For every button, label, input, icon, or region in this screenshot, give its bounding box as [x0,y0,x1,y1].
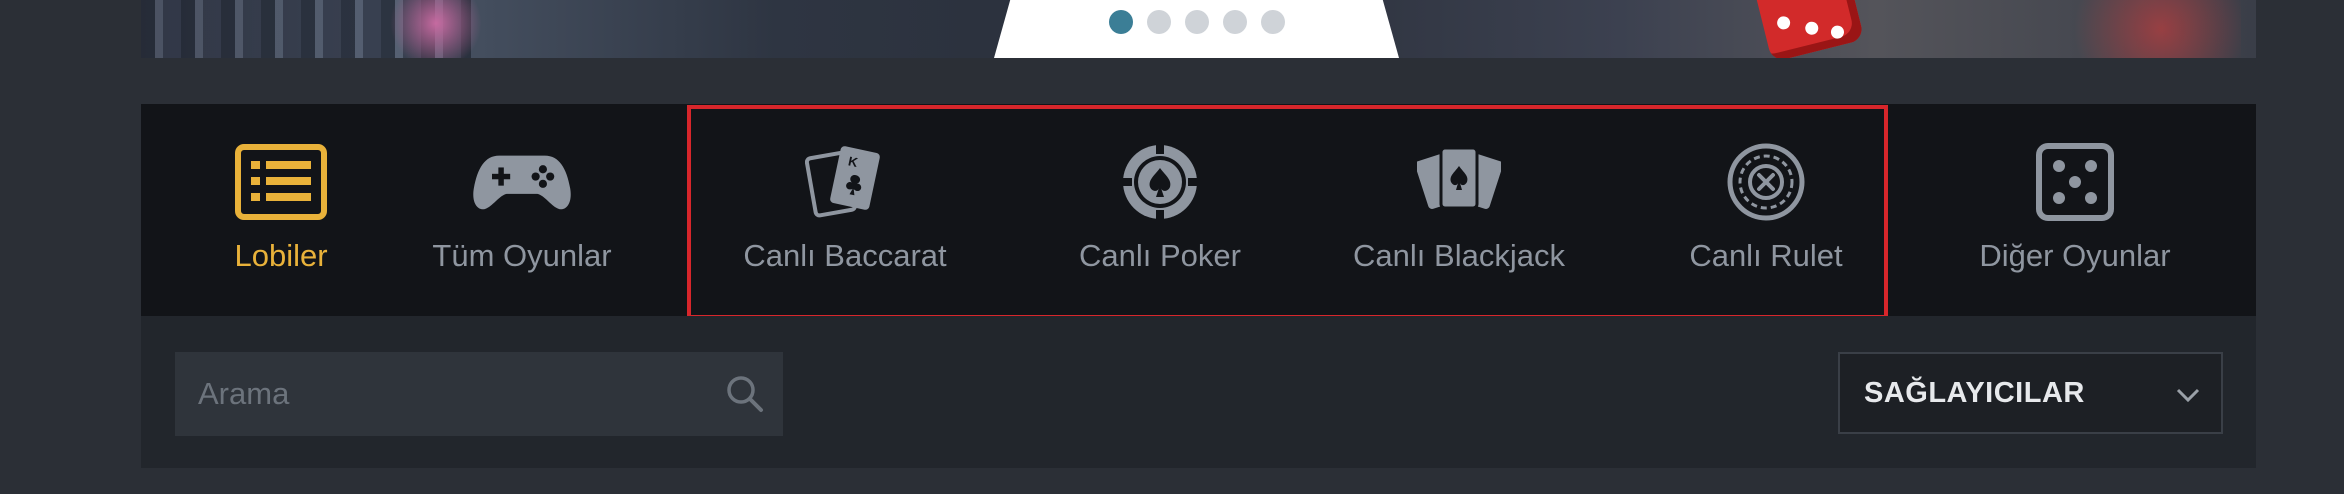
banner-dice-image [1752,0,1865,58]
search-input[interactable] [175,352,783,436]
dice-icon [2025,142,2125,222]
slider-dots [994,10,1399,34]
chevron-down-icon [2173,380,2203,410]
category-label: Lobiler [234,238,328,273]
list-icon [231,142,331,222]
category-other-games[interactable]: Diğer Oyunlar [1960,104,2190,316]
roulette-icon [1716,142,1816,222]
blackjack-cards-icon [1409,142,1509,222]
promo-banner[interactable] [141,0,2256,58]
search-box [175,352,783,436]
providers-label: SAĞLAYICILAR [1864,377,2085,409]
category-live-poker[interactable]: Canlı Poker [1045,104,1275,316]
search-icon[interactable] [725,374,765,414]
providers-dropdown[interactable]: SAĞLAYICILAR [1838,352,2223,434]
category-label: Canlı Baccarat [743,238,947,273]
category-live-baccarat[interactable]: K Canlı Baccarat [730,104,960,316]
slider-indicator-tab [994,0,1399,58]
gamepad-icon [472,142,572,222]
playing-cards-icon: K [795,142,895,222]
slider-dot-5[interactable] [1260,10,1285,34]
category-label: Tüm Oyunlar [432,238,612,273]
slider-dot-4[interactable] [1222,10,1247,34]
poker-chip-icon [1110,142,1210,222]
banner-glow [381,0,491,58]
slider-dot-1[interactable] [1108,10,1133,34]
category-live-blackjack[interactable]: Canlı Blackjack [1344,104,1574,316]
filter-panel: SAĞLAYICILAR [141,316,2256,468]
category-label: Diğer Oyunlar [1979,238,2171,273]
category-lobbies[interactable]: Lobiler [166,104,396,316]
category-label: Canlı Poker [1079,238,1241,273]
category-nav: Lobiler Tüm Oyunlar K Canlı Baccarat Can… [141,104,2256,316]
category-label: Canlı Blackjack [1353,238,1565,273]
category-live-roulette[interactable]: Canlı Rulet [1651,104,1881,316]
category-label: Canlı Rulet [1689,238,1843,273]
category-all-games[interactable]: Tüm Oyunlar [407,104,637,316]
banner-glow-right [2041,0,2241,58]
slider-dot-3[interactable] [1184,10,1209,34]
slider-dot-2[interactable] [1146,10,1171,34]
